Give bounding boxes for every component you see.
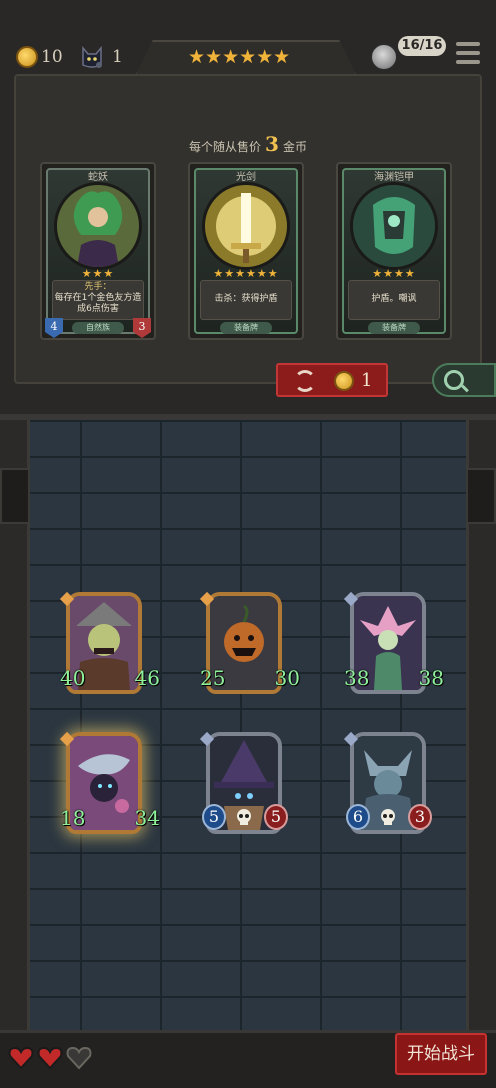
bracket-left [0, 468, 30, 524]
menu-icon[interactable] [456, 42, 480, 64]
player-health-badge: 16/16 [398, 36, 446, 56]
refresh-icon [294, 370, 316, 392]
heart-icon [8, 1046, 34, 1070]
card-stars: ★★★★ [372, 267, 416, 280]
card-name: 蛇妖 [88, 172, 108, 183]
skull-icon [381, 809, 395, 825]
tier-star-text: ★★★★★★ [188, 46, 291, 68]
minion-attack: 6 [346, 804, 370, 830]
card-description: 先手： 每存在1个金色友方造成6点伤害 [52, 282, 144, 315]
card-type-tag: 装备牌 [368, 322, 420, 334]
sell-price-label: 每个随从售价 3 金币 [0, 132, 496, 156]
search-icon [444, 370, 464, 390]
minion-attack: 25 [200, 666, 226, 690]
sell-price: 3 [265, 132, 279, 156]
card-keyword: 先手： [84, 282, 112, 292]
top-bar: 10 1 ★★★★★★ 16/16 [0, 0, 496, 76]
minion-slot-1[interactable]: 40 46 [59, 591, 160, 700]
minion-health: 34 [134, 806, 160, 830]
cat-icon [82, 45, 102, 68]
shop-card-lightsword[interactable]: 光剑 ★★★★★★ 击杀：获得护盾 装备牌 [188, 162, 304, 340]
minion-health: 5 [264, 804, 288, 830]
serpent-portrait-icon [57, 185, 139, 267]
gold-coin-icon [334, 371, 354, 391]
card-type-tag: 装备牌 [220, 322, 272, 334]
refresh-button[interactable]: 1 [276, 363, 388, 397]
card-description: 护盾。嘲讽 [371, 294, 417, 304]
card-stars: ★★★ [81, 267, 115, 280]
minion-health: 46 [134, 666, 160, 690]
card-desc-text: 每存在1个金色友方造成6点伤害 [54, 293, 142, 314]
battle-board [0, 420, 496, 1030]
skull-icon [237, 809, 251, 825]
minion-slot-3[interactable]: 38 38 [343, 591, 444, 700]
card-description: 击杀：获得护盾 [214, 294, 278, 304]
heart-icon [37, 1046, 63, 1070]
minion-attack: 5 [202, 804, 226, 830]
bracket-right [466, 468, 496, 524]
gold-count: 10 [41, 47, 63, 67]
card-name: 海渊铠甲 [374, 172, 414, 183]
sell-prefix: 每个随从售价 [189, 140, 262, 154]
shop-card-serpent[interactable]: 蛇妖 ★★★ 先手： 每存在1个金色友方造成6点伤害 自然族 4 3 [40, 162, 156, 340]
card-stars: ★★★★★★ [213, 267, 279, 280]
card-name: 光剑 [236, 172, 256, 183]
minion-attack: 18 [60, 806, 86, 830]
minion-slot-2[interactable]: 25 30 [199, 591, 300, 700]
minion-slot-5[interactable]: 5 5 [199, 731, 288, 840]
lightsword-portrait-icon [205, 185, 287, 267]
refresh-cost: 1 [361, 370, 373, 391]
minion-slot-6[interactable]: 6 3 [343, 731, 432, 840]
heart-empty-icon [66, 1046, 92, 1070]
minion-health: 30 [274, 666, 300, 690]
abyssal-armor-portrait-icon [353, 185, 435, 267]
minion-attack: 40 [60, 666, 86, 690]
shop-card-abyssal-armor[interactable]: 海渊铠甲 ★★★★ 护盾。嘲讽 装备牌 [336, 162, 452, 340]
player-avatar[interactable] [370, 43, 398, 71]
card-type-tag: 自然族 [72, 322, 124, 334]
gold-coin-icon [16, 46, 38, 68]
card-attack: 4 [45, 318, 63, 338]
minion-attack: 38 [344, 666, 370, 690]
card-health: 3 [133, 318, 151, 338]
search-button[interactable] [432, 363, 496, 397]
card-portrait [54, 182, 142, 270]
card-portrait [202, 182, 290, 270]
sell-suffix: 金币 [282, 140, 307, 154]
minion-slot-4[interactable]: 18 34 [59, 731, 160, 840]
minion-health: 38 [418, 666, 444, 690]
card-portrait [350, 182, 438, 270]
cat-count: 1 [112, 47, 123, 67]
minion-health: 3 [408, 804, 432, 830]
start-battle-button[interactable]: 开始战斗 [395, 1033, 487, 1075]
tier-stars: ★★★★★★ [188, 47, 290, 67]
